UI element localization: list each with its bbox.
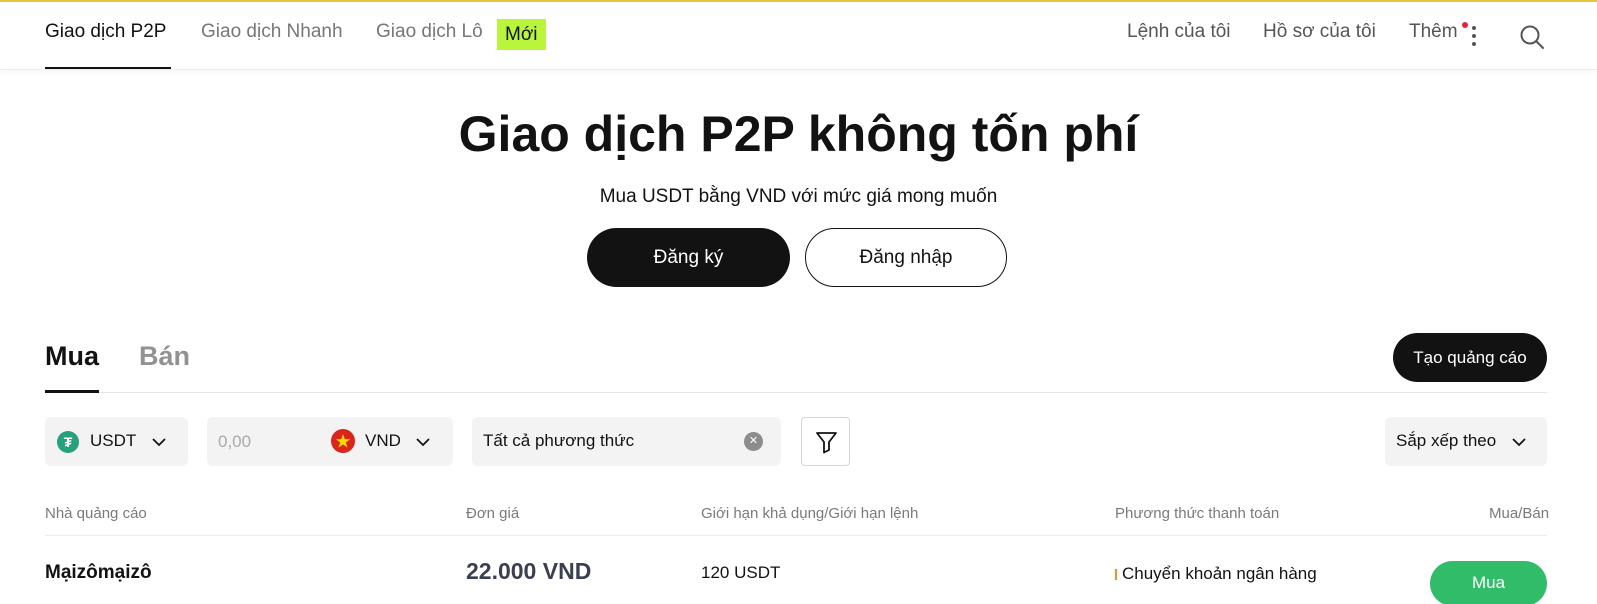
register-button[interactable]: Đăng ký	[587, 228, 790, 287]
create-ad-button[interactable]: Tạo quảng cáo	[1393, 333, 1547, 382]
chevron-down-icon	[152, 438, 166, 447]
filter-button[interactable]	[801, 417, 850, 466]
chevron-down-icon	[1512, 438, 1526, 447]
hero-title: Giao dịch P2P không tốn phí	[458, 106, 1139, 162]
tab-sell[interactable]: Bán	[139, 341, 190, 372]
search-icon[interactable]	[1518, 23, 1546, 51]
payment-method-value: Chuyển khoản ngân hàng	[1122, 564, 1317, 583]
notification-dot	[1462, 22, 1468, 28]
my-profile-link[interactable]: Hồ sơ của tôi	[1263, 21, 1376, 43]
header-action: Mua/Bán	[1489, 505, 1550, 522]
my-orders-link[interactable]: Lệnh của tôi	[1127, 21, 1231, 43]
hero-subtitle: Mua USDT bằng VND với mức giá mong muốn	[599, 186, 998, 207]
nav-tab-express[interactable]: Giao dịch Nhanh	[201, 21, 343, 43]
amount-input[interactable]	[218, 428, 328, 455]
price-value: 22.000 VND	[466, 558, 592, 584]
tab-buy[interactable]: Mua	[45, 341, 99, 372]
advertiser-name[interactable]: Mạizômạizô	[45, 562, 152, 584]
crypto-select[interactable]: ₮ USDT	[45, 417, 188, 466]
more-menu-link[interactable]: Thêm	[1409, 21, 1458, 43]
payment-method-value: Tất cả phương thức	[483, 431, 635, 450]
nav-tab-block[interactable]: Giao dịch Lô	[376, 21, 483, 43]
payment-method-marker	[1115, 569, 1117, 580]
buy-tab-indicator	[45, 390, 99, 393]
usdt-icon: ₮	[57, 431, 79, 453]
chevron-down-icon[interactable]	[415, 434, 431, 450]
nav-tab-p2p[interactable]: Giao dịch P2P	[45, 21, 166, 43]
header-price: Đơn giá	[466, 505, 520, 522]
fiat-select[interactable]: VND	[365, 431, 401, 451]
crypto-select-value: USDT	[90, 431, 137, 450]
tabs-divider	[45, 392, 1547, 393]
clear-icon[interactable]: ✕	[744, 432, 763, 451]
limit-value: 120 USDT	[701, 563, 781, 582]
table-divider	[45, 535, 1547, 536]
header-payment: Phương thức thanh toán	[1115, 505, 1280, 522]
payment-method-select[interactable]: Tất cả phương thức ✕	[472, 417, 781, 466]
amount-fiat-group: VND	[207, 417, 453, 466]
kebab-icon[interactable]	[1470, 25, 1478, 47]
login-button[interactable]: Đăng nhập	[805, 228, 1007, 287]
vietnam-flag-icon	[331, 429, 355, 453]
sort-select[interactable]: Sắp xếp theo	[1385, 417, 1547, 466]
new-badge: Mới	[497, 19, 546, 50]
header-limit: Giới hạn khả dụng/Giới hạn lệnh	[701, 505, 919, 522]
header-advertiser: Nhà quảng cáo	[45, 505, 147, 522]
active-tab-indicator	[45, 67, 171, 69]
sort-select-value: Sắp xếp theo	[1396, 431, 1497, 450]
filter-icon	[816, 432, 837, 454]
buy-button[interactable]: Mua	[1430, 561, 1547, 604]
top-nav: Giao dịch P2P Giao dịch Nhanh Giao dịch …	[0, 2, 1597, 70]
